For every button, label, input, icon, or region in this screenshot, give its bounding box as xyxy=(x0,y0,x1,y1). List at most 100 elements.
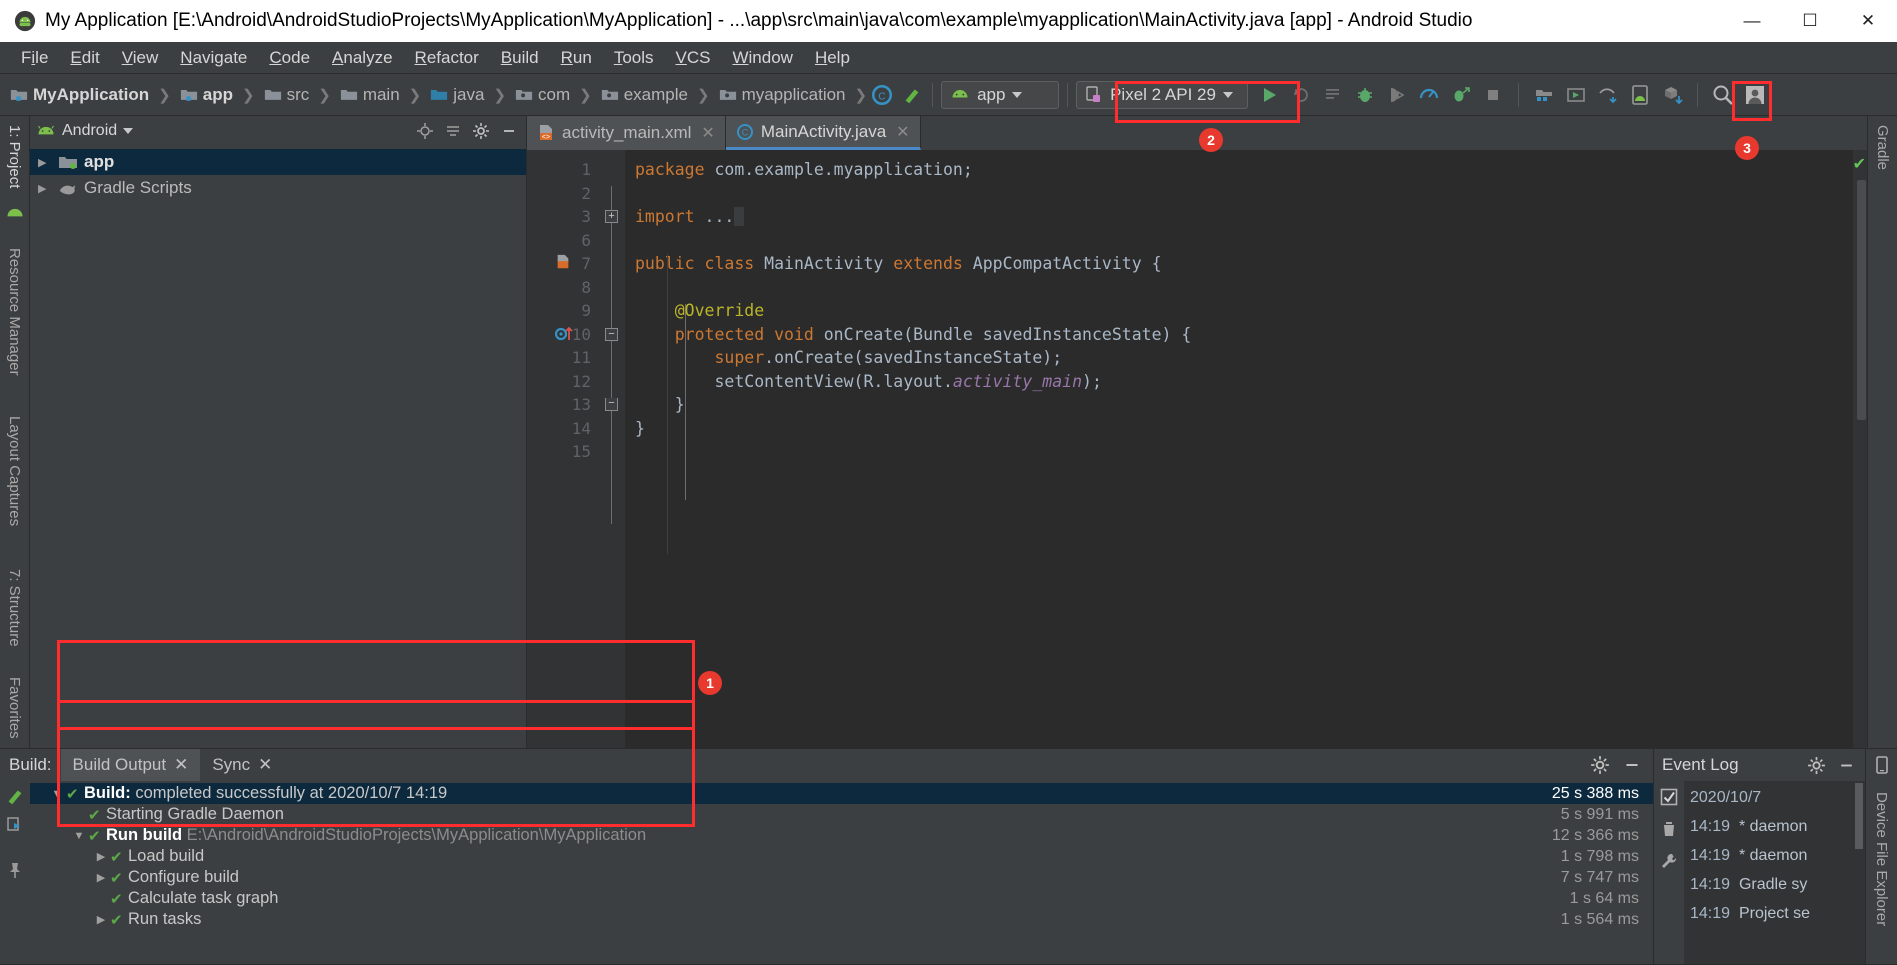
apply-code-changes-icon[interactable] xyxy=(1446,80,1476,110)
build-row-arrow[interactable]: ▶ xyxy=(92,850,110,863)
device-file-explorer-label[interactable]: Device File Explorer xyxy=(1873,783,1890,935)
sdk-download-icon[interactable] xyxy=(1657,80,1687,110)
build-row-arrow[interactable]: ▼ xyxy=(70,830,88,842)
build-tab-build-output[interactable]: Build Output✕ xyxy=(61,749,201,781)
tree-node-app[interactable]: ▶app xyxy=(30,149,526,175)
locate-icon[interactable] xyxy=(414,120,436,142)
breadcrumb-item-myapplication[interactable]: MyApplication xyxy=(6,83,153,107)
build-row-arrow[interactable]: ▶ xyxy=(92,913,110,926)
maximize-button[interactable]: ☐ xyxy=(1781,0,1839,42)
menu-item-window[interactable]: Window xyxy=(721,45,803,71)
code-editor[interactable]: 1236789101112131415 +−− package com.exam… xyxy=(527,150,1867,748)
breadcrumb-item-com[interactable]: com xyxy=(511,83,574,107)
left-tool-item-layout-captures[interactable]: Layout Captures xyxy=(6,407,23,535)
device-icon[interactable] xyxy=(1873,755,1891,775)
close-icon[interactable]: ✕ xyxy=(174,755,188,775)
device-selector[interactable]: Pixel 2 API 29 xyxy=(1076,81,1248,109)
profiler-icon[interactable] xyxy=(1414,80,1444,110)
tree-expand-arrow[interactable]: ▶ xyxy=(38,156,52,169)
build-row[interactable]: ✔Starting Gradle Daemon5 s 991 ms xyxy=(30,804,1653,825)
menu-item-analyze[interactable]: Analyze xyxy=(321,45,403,71)
event-log-entry[interactable]: 14:19 * daemon xyxy=(1690,812,1865,841)
gear-icon[interactable] xyxy=(1805,754,1827,776)
minimize-icon[interactable] xyxy=(498,120,520,142)
tree-node-gradle-scripts[interactable]: ▶Gradle Scripts xyxy=(30,175,526,201)
wrench-icon[interactable] xyxy=(1659,851,1679,871)
rerun-icon[interactable] xyxy=(1286,80,1316,110)
menu-item-file[interactable]: File xyxy=(10,45,59,71)
inspection-status-icon[interactable]: ✔ xyxy=(1853,154,1866,174)
build-row-arrow[interactable]: ▼ xyxy=(48,788,66,800)
debug-icon[interactable] xyxy=(1350,80,1380,110)
layout-xml-marker-icon[interactable] xyxy=(555,254,571,270)
override-method-marker-icon[interactable] xyxy=(555,325,577,342)
left-tool-item-project[interactable]: 1: Project xyxy=(6,116,23,197)
sync-gradle-icon[interactable] xyxy=(1593,80,1623,110)
mark-read-icon[interactable] xyxy=(1659,787,1679,807)
collapse-all-icon[interactable] xyxy=(442,120,464,142)
run-configuration-selector[interactable]: app xyxy=(941,81,1059,109)
fold-collapse-icon[interactable]: − xyxy=(605,328,618,341)
gear-icon[interactable] xyxy=(470,120,492,142)
breadcrumb-item-myapplication[interactable]: myapplication xyxy=(715,83,850,107)
left-tool-item-structure[interactable]: 7: Structure xyxy=(6,560,23,656)
close-icon[interactable]: ✕ xyxy=(896,122,909,142)
menu-item-code[interactable]: Code xyxy=(258,45,321,71)
pin-icon[interactable] xyxy=(5,861,25,881)
build-tab-sync[interactable]: Sync✕ xyxy=(200,749,284,781)
build-row-arrow[interactable]: ▶ xyxy=(92,871,110,884)
stop-icon[interactable] xyxy=(1478,80,1508,110)
editor-scrollbar[interactable]: ✔ xyxy=(1853,150,1867,748)
menu-item-edit[interactable]: Edit xyxy=(59,45,110,71)
event-log-entry[interactable]: 14:19 Project se xyxy=(1690,899,1865,928)
run-icon[interactable] xyxy=(1254,80,1284,110)
event-log-entry[interactable]: 14:19 Gradle sy xyxy=(1690,870,1865,899)
close-button[interactable]: ✕ xyxy=(1839,0,1897,42)
menu-item-navigate[interactable]: Navigate xyxy=(169,45,258,71)
minimize-icon[interactable] xyxy=(1835,754,1857,776)
event-log-list[interactable]: 2020/10/714:19 * daemon14:19 * daemon14:… xyxy=(1684,781,1865,964)
minimize-button[interactable]: — xyxy=(1723,0,1781,42)
sdk-manager-icon[interactable] xyxy=(1529,80,1559,110)
breadcrumb-item-main[interactable]: main xyxy=(336,83,404,107)
gear-icon[interactable] xyxy=(1589,754,1611,776)
menu-item-refactor[interactable]: Refactor xyxy=(404,45,490,71)
scrollbar-thumb[interactable] xyxy=(1857,180,1866,420)
menu-item-run[interactable]: Run xyxy=(550,45,603,71)
breadcrumb-item-example[interactable]: example xyxy=(597,83,692,107)
build-row[interactable]: ▼✔Build: completed successfully at 2020/… xyxy=(30,783,1653,804)
avatar-icon[interactable] xyxy=(1740,80,1770,110)
build-row[interactable]: ▼✔Run build E:\Android\AndroidStudioProj… xyxy=(30,825,1653,846)
fold-end-icon[interactable]: − xyxy=(605,398,618,411)
code-text[interactable]: package com.example.myapplication; impor… xyxy=(625,150,1853,748)
restart-icon[interactable] xyxy=(5,815,25,835)
breadcrumb-item-java[interactable]: java xyxy=(426,83,488,107)
minimize-icon[interactable] xyxy=(1621,754,1643,776)
event-log-entry[interactable]: 2020/10/7 xyxy=(1690,783,1865,812)
project-view-selector[interactable]: Android xyxy=(62,122,117,140)
build-row[interactable]: ✔Calculate task graph1 s 64 ms xyxy=(30,888,1653,909)
avd-manager-icon[interactable] xyxy=(1561,80,1591,110)
attach-debugger-icon[interactable] xyxy=(1382,80,1412,110)
tree-expand-arrow[interactable]: ▶ xyxy=(38,182,52,195)
make-project-icon[interactable] xyxy=(900,84,924,106)
close-icon[interactable]: ✕ xyxy=(258,755,272,775)
build-row[interactable]: ▶✔Load build1 s 798 ms xyxy=(30,846,1653,867)
left-tool-item-favorites[interactable]: Favorites xyxy=(6,668,23,748)
build-row[interactable]: ▶✔Configure build7 s 747 ms xyxy=(30,867,1653,888)
menu-item-vcs[interactable]: VCS xyxy=(665,45,722,71)
fold-expand-icon[interactable]: + xyxy=(605,210,618,223)
breadcrumb-item-src[interactable]: src xyxy=(260,83,314,107)
trash-icon[interactable] xyxy=(1659,819,1679,839)
build-icon[interactable] xyxy=(4,785,26,807)
event-log-entry[interactable]: 14:19 * daemon xyxy=(1690,841,1865,870)
menu-item-help[interactable]: Help xyxy=(804,45,861,71)
search-icon[interactable] xyxy=(1708,80,1738,110)
left-tool-item-resource-manager[interactable]: Resource Manager xyxy=(6,239,23,385)
apply-changes-icon[interactable] xyxy=(1318,80,1348,110)
build-row[interactable]: ▶✔Run tasks1 s 564 ms xyxy=(30,909,1653,930)
menu-item-build[interactable]: Build xyxy=(490,45,550,71)
code-folding-column[interactable]: + − − xyxy=(599,150,625,748)
menu-item-tools[interactable]: Tools xyxy=(603,45,665,71)
event-log-scrollbar[interactable] xyxy=(1855,783,1863,849)
